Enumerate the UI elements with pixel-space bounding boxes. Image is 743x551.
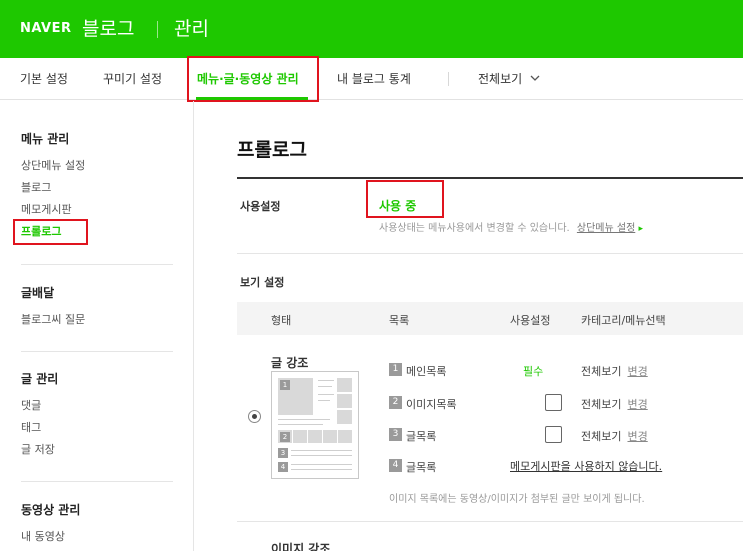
header-divider [157, 21, 158, 38]
tab-view-all[interactable]: 전체보기 [478, 70, 540, 87]
top-bar: NAVER 블로그 관리 [0, 0, 743, 58]
thumb-line [291, 450, 352, 451]
category-value: 전체보기 [581, 398, 622, 411]
thumb-line [318, 380, 334, 381]
naver-logo[interactable]: NAVER [20, 21, 72, 36]
thumb-gap [292, 430, 293, 443]
usage-note: 사용상태는 메뉴사용에서 변경할 수 있습니다. 상단메뉴 설정 ▸ [379, 219, 643, 234]
sidebar-item-tags[interactable]: 태그 [21, 419, 41, 435]
thumb-line [291, 469, 352, 470]
tab-view-all-label: 전체보기 [478, 72, 523, 86]
sidebar-item-blogssi-question[interactable]: 블로그씨 질문 [21, 311, 85, 327]
table-header [237, 302, 743, 335]
sidebar-item-post-save[interactable]: 글 저장 [21, 441, 55, 457]
page-title: 프롤로그 [237, 139, 307, 161]
view-setting-label: 보기 설정 [240, 276, 285, 289]
column-header-list: 목록 [389, 314, 410, 327]
column-header-category: 카테고리/메뉴선택 [581, 314, 666, 327]
usage-note-text: 사용상태는 메뉴사용에서 변경할 수 있습니다. [379, 223, 570, 234]
sidebar-item-blog[interactable]: 블로그 [21, 179, 51, 195]
thumb-gap [322, 430, 323, 443]
thumb-line [291, 455, 352, 456]
tab-divider [448, 72, 449, 86]
row-label-post-list: 글목록 [406, 461, 437, 474]
sidebar-divider [21, 264, 173, 265]
settings-tabs: 기본 설정 꾸미기 설정 메뉴·글·동영상 관리 내 블로그 통계 전체보기 [0, 58, 743, 100]
thumb-line [278, 419, 330, 420]
row-number-4: 4 [389, 459, 402, 472]
sidebar-item-my-videos[interactable]: 내 동영상 [21, 528, 65, 544]
column-header-usage: 사용설정 [510, 314, 551, 327]
highlight-box-sidebar [13, 219, 88, 245]
thumb-number-4: 4 [278, 462, 288, 472]
layout-radio-selected[interactable] [248, 410, 261, 423]
row-label-post-list: 글목록 [406, 430, 437, 443]
blog-home-link[interactable]: 블로그 [82, 14, 134, 41]
sidebar-item-top-menu[interactable]: 상단메뉴 설정 [21, 157, 85, 173]
thumb-line [278, 424, 323, 425]
tab-decoration-settings[interactable]: 꾸미기 설정 [103, 70, 162, 87]
section-divider [237, 521, 743, 522]
highlight-box-tab [187, 56, 319, 102]
category-value: 전체보기 [581, 365, 622, 378]
change-category-link[interactable]: 변경 [627, 365, 647, 378]
thumb-side-block [337, 378, 352, 392]
tab-blog-stats[interactable]: 내 블로그 통계 [337, 70, 411, 87]
thumb-line [318, 394, 334, 395]
change-category-link[interactable]: 변경 [627, 430, 647, 443]
top-menu-settings-link[interactable]: 상단메뉴 설정 [577, 223, 635, 234]
change-category-link[interactable]: 변경 [627, 398, 647, 411]
category-cell: 전체보기 변경 [581, 363, 648, 379]
category-value: 전체보기 [581, 430, 622, 443]
sidebar-item-comments[interactable]: 댓글 [21, 397, 41, 413]
sidebar-divider [21, 481, 173, 482]
arrow-right-icon: ▸ [638, 224, 643, 234]
row-label-main-list: 메인목록 [406, 365, 447, 378]
title-rule [237, 177, 743, 179]
row-number-3: 3 [389, 428, 402, 441]
thumb-gap [337, 430, 338, 443]
thumb-side-block [337, 410, 352, 424]
image-list-checkbox[interactable] [545, 394, 562, 411]
layout-option-name-next: 이미지 강조 [271, 542, 331, 551]
section-divider [237, 253, 743, 254]
category-cell: 전체보기 변경 [581, 428, 648, 444]
chevron-down-icon [530, 75, 540, 81]
row-label-image-list: 이미지목록 [406, 398, 457, 411]
category-cell: 전체보기 변경 [581, 396, 648, 412]
column-header-layout: 형태 [271, 314, 292, 327]
sidebar-section-post-delivery: 글배달 [21, 286, 55, 300]
thumb-number-2: 2 [280, 432, 290, 442]
manage-title[interactable]: 관리 [174, 14, 209, 41]
sidebar-item-memo-board[interactable]: 메모게시판 [21, 201, 72, 217]
memo-board-unused-link[interactable]: 메모게시판을 사용하지 않습니다. [510, 458, 662, 474]
thumb-side-block [337, 394, 352, 408]
layout-option-name: 글 강조 [271, 356, 309, 370]
sidebar-section-menu: 메뉴 관리 [21, 132, 70, 146]
row-number-2: 2 [389, 396, 402, 409]
image-list-note: 이미지 목록에는 동영상/이미지가 첨부된 글만 보이게 됩니다. [389, 494, 645, 505]
thumb-gap [307, 430, 308, 443]
row-number-1: 1 [389, 363, 402, 376]
thumb-line [318, 386, 332, 387]
layout-preview-thumbnail: 1 2 3 4 [271, 371, 359, 479]
thumb-number-3: 3 [278, 448, 288, 458]
post-list-checkbox[interactable] [545, 426, 562, 443]
tab-basic-settings[interactable]: 기본 설정 [20, 70, 68, 87]
thumb-line [318, 400, 330, 401]
thumb-number-1: 1 [280, 380, 290, 390]
sidebar-divider [21, 351, 173, 352]
sidebar-section-video: 동영상 관리 [21, 503, 81, 517]
required-badge: 필수 [523, 365, 544, 378]
highlight-box-status [366, 180, 444, 218]
usage-setting-label: 사용설정 [240, 200, 281, 213]
sidebar-section-post-manage: 글 관리 [21, 372, 59, 386]
thumb-line [291, 464, 352, 465]
